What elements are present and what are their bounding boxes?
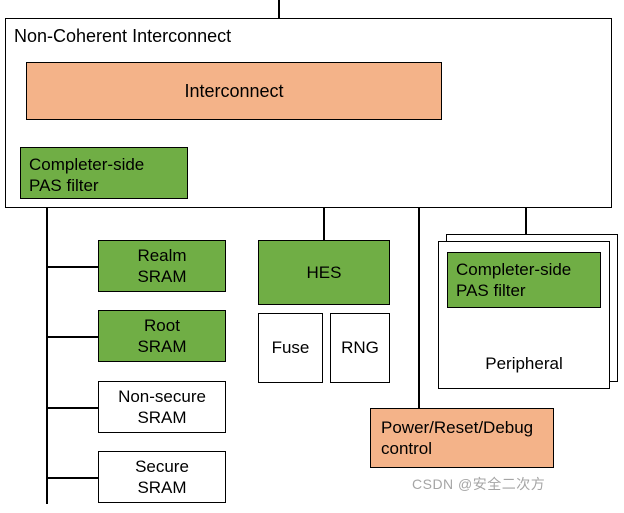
connector-line-top-in [278, 0, 280, 18]
noncoherent-interconnect-title: Non-Coherent Interconnect [14, 25, 231, 48]
fuse-label: Fuse [272, 337, 310, 358]
power-reset-debug-block: Power/Reset/Debug control [370, 408, 554, 468]
rng-block: RNG [330, 313, 390, 383]
interconnect-block: Interconnect [26, 62, 442, 120]
pas-filter-right-label: Completer-side PAS filter [456, 259, 571, 302]
interconnect-label: Interconnect [184, 80, 283, 103]
connector-line-left-spine [46, 208, 48, 504]
nonsecure-sram-block: Non-secure SRAM [98, 381, 226, 433]
peripheral-label: Peripheral [485, 353, 563, 374]
connector-line-secure [46, 477, 98, 479]
root-sram-block: Root SRAM [98, 310, 226, 362]
connector-line-nonsecure [46, 407, 98, 409]
pas-filter-right: Completer-side PAS filter [447, 252, 601, 308]
secure-sram-block: Secure SRAM [98, 451, 226, 503]
connector-line-root [46, 336, 98, 338]
pas-filter-left: Completer-side PAS filter [20, 147, 188, 199]
realm-sram-label: Realm SRAM [137, 245, 186, 288]
hes-block: HES [258, 240, 390, 305]
power-reset-debug-label: Power/Reset/Debug control [381, 417, 533, 460]
pas-filter-left-label: Completer-side PAS filter [29, 154, 144, 197]
fuse-block: Fuse [258, 313, 323, 383]
connector-line-peripheral [525, 208, 527, 234]
connector-line-realm [46, 266, 98, 268]
watermark-text: CSDN @安全二次方 [412, 474, 545, 494]
realm-sram-block: Realm SRAM [98, 240, 226, 292]
secure-sram-label: Secure SRAM [135, 456, 189, 499]
hes-label: HES [307, 262, 342, 283]
connector-line-power [418, 208, 420, 408]
nonsecure-sram-label: Non-secure SRAM [118, 386, 206, 429]
root-sram-label: Root SRAM [137, 315, 186, 358]
rng-label: RNG [341, 337, 379, 358]
connector-line-hes [323, 208, 325, 240]
